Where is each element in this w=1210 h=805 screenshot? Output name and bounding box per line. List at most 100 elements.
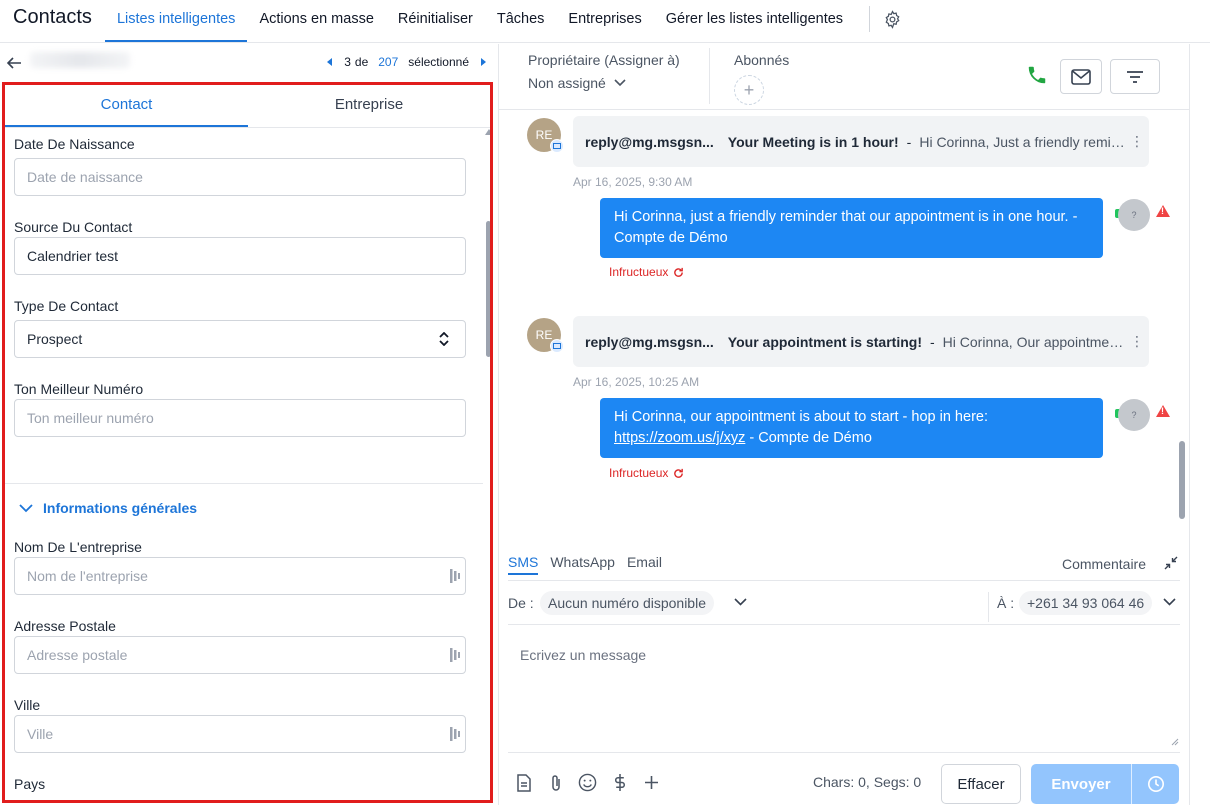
tab-companies[interactable]: Entreprises	[556, 0, 653, 42]
company-name-placeholder: Nom de l'entreprise	[27, 568, 148, 584]
contact-tabs: Contact Entreprise	[5, 85, 490, 128]
schedule-clock-icon[interactable]	[1132, 775, 1179, 793]
zoom-link[interactable]: https://zoom.us/j/xyz	[614, 430, 745, 446]
chevron-down-icon	[614, 79, 626, 87]
company-name-input[interactable]: Nom de l'entreprise	[14, 557, 466, 595]
send-label: Envoyer	[1051, 775, 1111, 793]
tab-smart-lists[interactable]: Listes intelligentes	[104, 0, 248, 42]
avatar-initials: RE	[535, 328, 553, 342]
chevron-down-icon[interactable]	[734, 598, 747, 606]
pager-position: 3	[344, 55, 351, 69]
contact-name-redacted	[30, 52, 130, 68]
tab-contact[interactable]: Contact	[5, 85, 248, 127]
email-message-row[interactable]: reply@mg.msgsn... Your appointment is st…	[573, 316, 1149, 367]
scroll-up-icon[interactable]	[485, 129, 490, 135]
add-follower-button[interactable]: +	[734, 75, 764, 105]
section-divider	[5, 483, 483, 484]
tab-tasks[interactable]: Tâches	[485, 0, 557, 42]
composer-divider	[508, 752, 1180, 753]
tab-manage-smart-lists[interactable]: Gérer les listes intelligentes	[654, 0, 855, 42]
emoji-icon[interactable]	[578, 773, 597, 792]
envelope-icon	[1071, 68, 1091, 85]
tab-sms[interactable]: SMS	[508, 554, 539, 575]
filter-button[interactable]	[1110, 59, 1160, 94]
birth-date-input[interactable]: Date de naissance	[14, 158, 466, 196]
from-number-select[interactable]: Aucun numéro disponible	[540, 591, 714, 615]
header-divider	[709, 48, 710, 104]
tab-bulk-actions[interactable]: Actions en masse	[247, 0, 385, 42]
gear-icon[interactable]	[874, 0, 910, 42]
comment-tab[interactable]: Commentaire	[1062, 556, 1146, 572]
retry-icon[interactable]	[673, 267, 684, 278]
right-panel-divider	[1189, 44, 1190, 805]
more-options-icon[interactable]: ⋮	[1125, 333, 1149, 350]
thread-scrollbar[interactable]	[1175, 111, 1189, 539]
pager-of: de	[354, 55, 369, 69]
form-scrollbar[interactable]	[485, 129, 490, 800]
postal-address-input[interactable]: Adresse postale	[14, 636, 466, 674]
city-label: Ville	[14, 697, 41, 713]
from-to-row: De : Aucun numéro disponible À : +261 34…	[508, 591, 1180, 624]
city-input[interactable]: Ville	[14, 715, 466, 753]
email-sender: reply@mg.msgsn...	[585, 333, 714, 350]
email-button[interactable]	[1060, 59, 1102, 94]
city-placeholder: Ville	[27, 726, 54, 742]
contact-type-select[interactable]: Prospect	[14, 320, 466, 358]
email-message-row[interactable]: reply@mg.msgsn... Your Meeting is in 1 h…	[573, 116, 1149, 167]
message-input[interactable]: Ecrivez un message	[508, 625, 1180, 751]
payment-icon[interactable]	[610, 773, 629, 792]
contact-panel: 3 de 207 sélectionné Contact Entreprise …	[0, 44, 498, 805]
resize-handle-icon[interactable]	[1171, 738, 1179, 746]
email-subject: Your Meeting is in 1 hour!	[727, 133, 899, 150]
tab-whatsapp[interactable]: WhatsApp	[550, 554, 615, 575]
template-icon[interactable]	[514, 773, 533, 792]
record-pager: 3 de 207 sélectionné	[327, 55, 486, 69]
clear-button[interactable]: Effacer	[941, 764, 1021, 804]
failed-status[interactable]: Infructueux	[609, 265, 684, 279]
best-phone-input[interactable]: Ton meilleur numéro	[14, 399, 466, 437]
attachment-icon[interactable]	[546, 773, 565, 792]
send-button[interactable]: Envoyer	[1031, 764, 1179, 804]
composer-divider	[508, 580, 1180, 581]
owner-dropdown[interactable]: Non assigné	[528, 75, 626, 91]
plus-icon[interactable]	[642, 773, 661, 792]
contact-type-value: Prospect	[27, 331, 83, 347]
contact-source-label: Source Du Contact	[14, 219, 133, 235]
to-number-select[interactable]: +261 34 93 064 46	[1019, 591, 1153, 615]
scrollbar-thumb[interactable]	[486, 221, 490, 357]
message-composer: SMS WhatsApp Email Commentaire De : Aucu…	[508, 540, 1180, 805]
channel-tabs: SMS WhatsApp Email	[508, 554, 662, 575]
message-timestamp: Apr 16, 2025, 10:25 AM	[573, 375, 700, 389]
email-preview: Hi Corinna, Just a friendly reminder tha…	[919, 133, 1125, 150]
email-subject: Your appointment is starting!	[727, 333, 922, 350]
tab-reset[interactable]: Réinitialiser	[386, 0, 485, 42]
best-phone-label: Ton Meilleur Numéro	[14, 381, 144, 397]
failed-label: Infructueux	[609, 265, 669, 279]
chevron-down-icon[interactable]	[1163, 598, 1176, 606]
company-name-label: Nom De L'entreprise	[14, 539, 142, 555]
tab-company[interactable]: Entreprise	[248, 85, 490, 127]
back-arrow-icon[interactable]	[5, 54, 23, 72]
sms-text: Hi Corinna, our appointment is about to …	[614, 409, 988, 425]
merge-field-icon[interactable]	[450, 727, 460, 741]
merge-field-icon[interactable]	[450, 569, 460, 583]
contact-source-input[interactable]: Calendrier test	[14, 237, 466, 275]
general-info-section-toggle[interactable]: Informations générales	[19, 500, 197, 516]
plus-icon: +	[743, 79, 755, 100]
phone-icon[interactable]	[1026, 64, 1048, 86]
followers-label: Abonnés	[734, 52, 790, 68]
more-options-icon[interactable]: ⋮	[1125, 133, 1149, 150]
merge-field-icon[interactable]	[450, 648, 460, 662]
next-record-icon[interactable]	[481, 58, 486, 66]
scrollbar-thumb[interactable]	[1179, 441, 1185, 519]
collapse-icon[interactable]	[1164, 556, 1178, 570]
character-counter: Chars: 0, Segs: 0	[813, 774, 922, 790]
birth-date-label: Date De Naissance	[14, 136, 135, 152]
failed-status[interactable]: Infructueux	[609, 466, 684, 480]
pager-total[interactable]: 207	[378, 55, 398, 69]
retry-icon[interactable]	[673, 468, 684, 479]
tab-email[interactable]: Email	[627, 554, 662, 575]
email-preview: Hi Corinna, Our appointment is about to …	[942, 333, 1125, 350]
previous-record-icon[interactable]	[327, 58, 333, 66]
pager-selected: sélectionné	[408, 55, 469, 69]
